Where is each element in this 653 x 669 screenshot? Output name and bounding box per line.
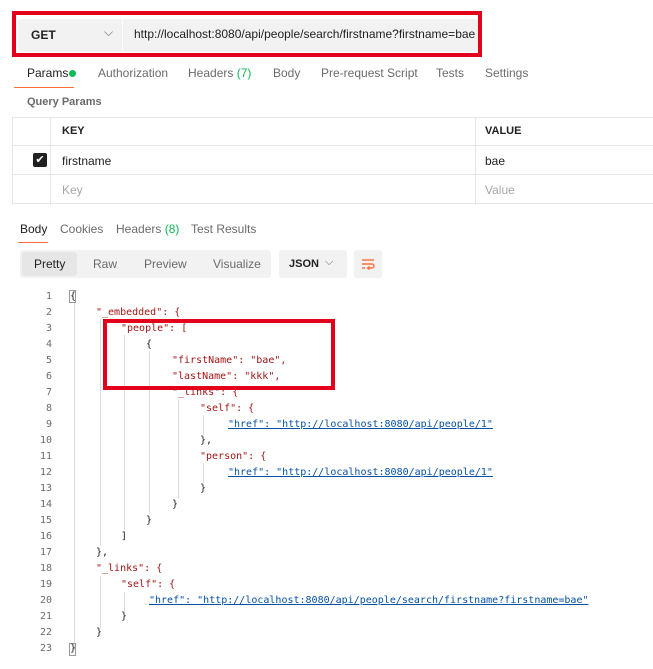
line-number: 12 <box>39 467 52 478</box>
line-number: 3 <box>45 323 52 334</box>
checkmark-icon: ✔ <box>35 154 45 166</box>
param-enabled-checkbox[interactable]: ✔ <box>33 153 47 167</box>
indent-guide <box>203 463 204 483</box>
line-number: 14 <box>39 499 52 510</box>
response-tab-cookies[interactable]: Cookies <box>60 222 103 236</box>
line-number: 19 <box>39 579 52 590</box>
line-number: 10 <box>39 435 52 446</box>
code-line[interactable]: "href": "http://localhost:8080/api/peopl… <box>228 419 493 430</box>
code-line: } <box>96 627 103 638</box>
annotation-box-url <box>12 11 482 57</box>
indent-guide <box>74 303 75 650</box>
param-key-cell[interactable]: firstname <box>62 154 111 168</box>
params-header-row <box>12 117 653 146</box>
column-header-key: KEY <box>62 125 85 137</box>
column-divider <box>50 117 51 205</box>
format-label: JSON <box>289 258 319 270</box>
tab-authorization[interactable]: Authorization <box>98 66 168 80</box>
view-mode-pretty[interactable]: Pretty <box>34 257 65 271</box>
code-line: }, <box>200 435 213 446</box>
code-line: "_links": { <box>96 563 163 574</box>
line-number: 18 <box>39 563 52 574</box>
column-divider <box>475 117 476 205</box>
code-line: } <box>172 499 179 510</box>
query-params-title: Query Params <box>27 96 102 108</box>
line-number: 13 <box>39 483 52 494</box>
line-number: 22 <box>39 627 52 638</box>
wrap-lines-icon <box>362 259 375 271</box>
view-mode-raw[interactable]: Raw <box>93 257 117 271</box>
active-tab-indicator <box>14 87 74 88</box>
code-line: }, <box>96 547 109 558</box>
line-number: 4 <box>45 339 52 350</box>
param-key-placeholder[interactable]: Key <box>62 183 83 197</box>
tab-pre-request-script[interactable]: Pre-request Script <box>321 66 418 80</box>
chevron-down-icon[interactable]: ⌵ <box>325 256 333 269</box>
code-line: } <box>146 515 153 526</box>
line-number: 20 <box>39 595 52 606</box>
line-number: 15 <box>39 515 52 526</box>
annotation-box-people <box>103 319 335 390</box>
column-header-value: VALUE <box>485 125 522 137</box>
indent-guide <box>203 415 204 435</box>
line-number: 21 <box>39 611 52 622</box>
code-line: "person": { <box>200 451 267 462</box>
code-line: } <box>70 643 77 654</box>
params-active-dot <box>69 70 76 77</box>
code-line: "self": { <box>200 403 255 414</box>
code-line: "self": { <box>121 579 176 590</box>
line-number: 9 <box>45 419 52 430</box>
indent-guide <box>100 576 101 628</box>
response-tab-headers[interactable]: Headers (8) <box>116 222 179 236</box>
view-mode-preview[interactable]: Preview <box>144 257 187 271</box>
tab-tests[interactable]: Tests <box>436 66 464 80</box>
code-line: } <box>121 611 128 622</box>
code-line: ] <box>121 531 128 542</box>
param-value-cell[interactable]: bae <box>485 154 505 168</box>
code-line[interactable]: "href": "http://localhost:8080/api/peopl… <box>149 595 589 606</box>
indent-guide <box>100 319 101 546</box>
indent-guide <box>124 592 125 612</box>
tab-headers[interactable]: Headers (7) <box>188 66 251 80</box>
line-number: 17 <box>39 547 52 558</box>
wrap-lines-button[interactable] <box>354 250 382 278</box>
line-number: 1 <box>45 291 52 302</box>
line-number: 23 <box>39 643 52 654</box>
table-row <box>12 175 653 204</box>
code-line[interactable]: "href": "http://localhost:8080/api/peopl… <box>228 467 493 478</box>
code-line: { <box>70 291 77 302</box>
param-value-placeholder[interactable]: Value <box>485 183 515 197</box>
tab-settings[interactable]: Settings <box>485 66 528 80</box>
indent-guide <box>178 399 179 499</box>
line-number: 2 <box>45 307 52 318</box>
response-tab-test-results[interactable]: Test Results <box>191 222 256 236</box>
view-mode-visualize[interactable]: Visualize <box>213 257 261 271</box>
line-number: 8 <box>45 403 52 414</box>
code-line: "_embedded": { <box>96 307 181 318</box>
tab-params[interactable]: Params <box>27 66 68 80</box>
line-number: 11 <box>39 451 52 462</box>
line-number: 16 <box>39 531 52 542</box>
line-number: 7 <box>45 387 52 398</box>
code-line: } <box>200 483 207 494</box>
response-tab-body[interactable]: Body <box>20 222 47 236</box>
line-number: 5 <box>45 355 52 366</box>
response-active-tab-indicator <box>18 242 48 243</box>
tab-body[interactable]: Body <box>273 66 300 80</box>
line-number: 6 <box>45 371 52 382</box>
